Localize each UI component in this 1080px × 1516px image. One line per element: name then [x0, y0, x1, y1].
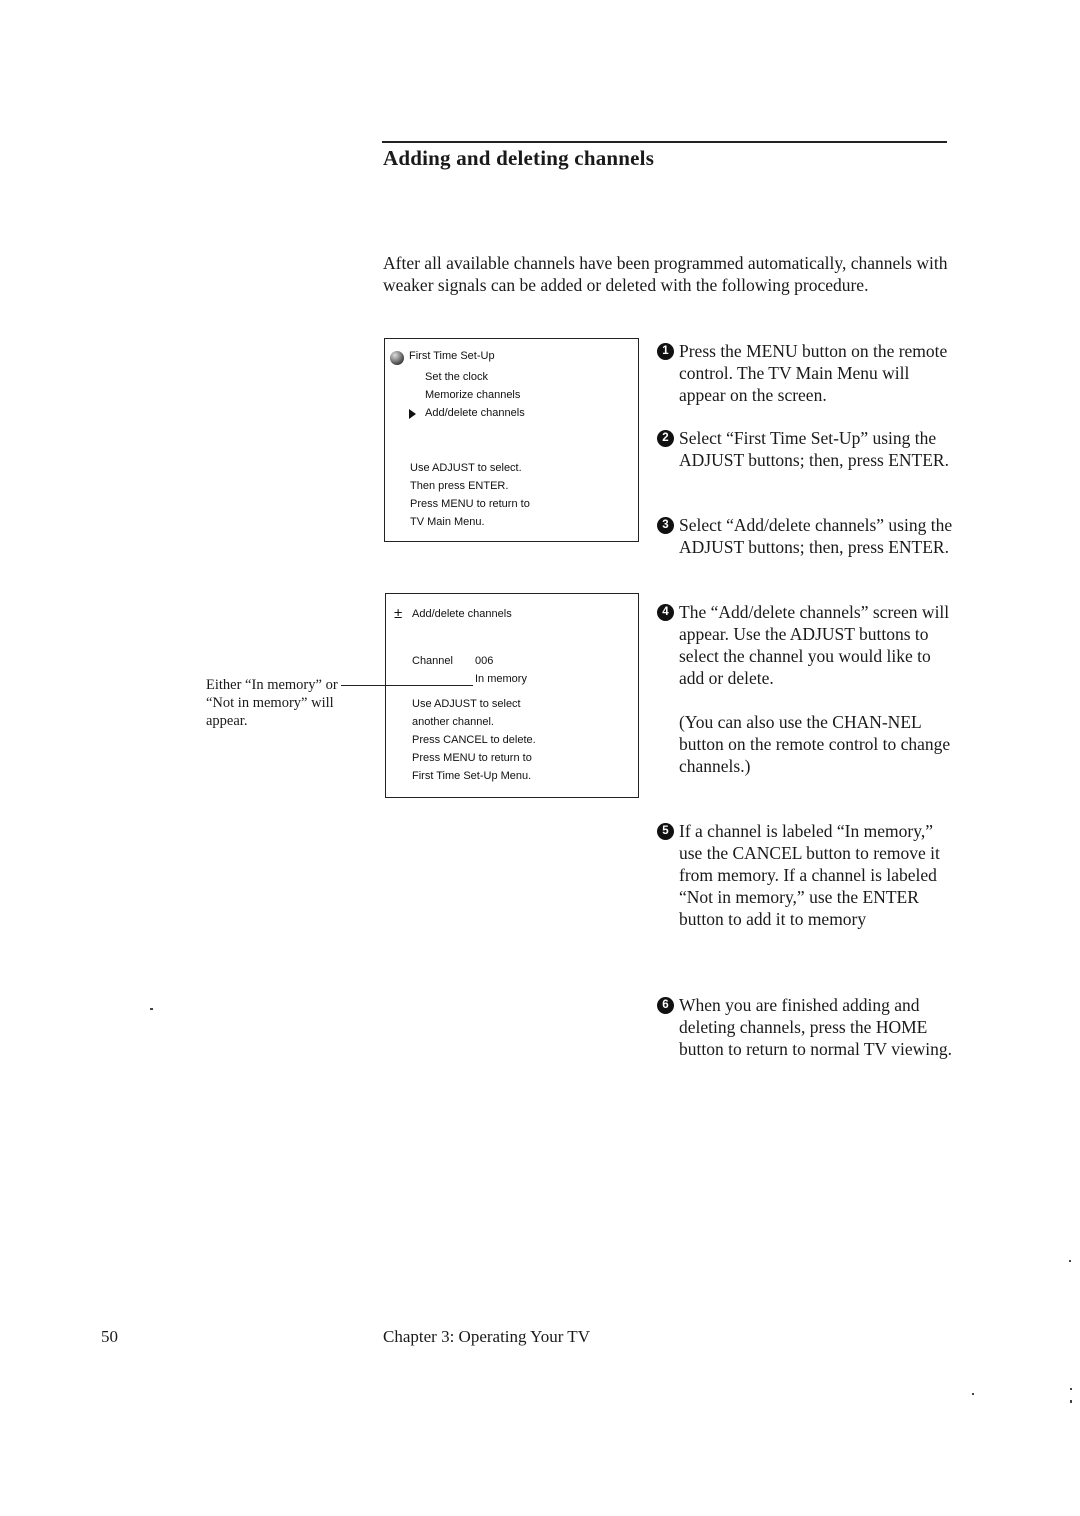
step-text: Press the MENU button on the remote cont… [679, 341, 948, 405]
step-number-badge: 1 [657, 343, 674, 360]
step-3: 3 Select “Add/delete channels” using the… [657, 514, 957, 558]
scan-speck [1070, 1388, 1072, 1390]
step-text: The “Add/delete channels” screen will ap… [679, 602, 950, 688]
instruction-line: Press CANCEL to delete. [412, 734, 536, 746]
channel-label: Channel [412, 655, 453, 667]
intro-paragraph: After all available channels have been p… [383, 252, 963, 296]
scan-speck [150, 1008, 153, 1010]
channel-value: 006 [475, 655, 494, 667]
add-delete-channels-screen: ± Add/delete channels Channel 006 In mem… [385, 593, 639, 798]
scan-speck [1070, 1400, 1072, 1403]
step-5: 5 If a channel is labeled “In memory,” u… [657, 820, 957, 930]
instruction-line: TV Main Menu. [410, 516, 485, 528]
instruction-line: another channel. [412, 716, 494, 728]
step-number-badge: 6 [657, 997, 674, 1014]
callout-leader-line [341, 685, 473, 686]
callout-line-2: “Not in memory” will [206, 695, 334, 711]
first-time-setup-screen: First Time Set-Up Set the clock Memorize… [384, 338, 639, 542]
page-number: 50 [101, 1327, 118, 1346]
menu-item-set-clock[interactable]: Set the clock [425, 371, 488, 383]
step-text: Select “Add/delete channels” using the A… [679, 515, 953, 557]
step-4: 4 The “Add/delete channels” screen will … [657, 601, 957, 777]
selection-arrow-icon [409, 409, 416, 419]
intro-text: After all available channels have been p… [383, 253, 948, 295]
step-note: (You can also use the CHAN-NEL button on… [679, 712, 951, 776]
step-number-badge: 5 [657, 823, 674, 840]
section-title: Adding and deleting channels [383, 146, 655, 170]
step-6: 6 When you are finished adding and delet… [657, 994, 957, 1060]
step-number-badge: 4 [657, 604, 674, 621]
step-number-badge: 3 [657, 517, 674, 534]
scan-speck [1069, 1260, 1071, 1262]
step-text: If a channel is labeled “In memory,” use… [679, 821, 940, 929]
globe-icon [390, 351, 404, 365]
plus-minus-icon: ± [394, 605, 403, 622]
instruction-line: Press MENU to return to [410, 498, 530, 510]
scan-speck [972, 1393, 974, 1395]
instruction-line: Press MENU to return to [412, 752, 532, 764]
chapter-title: Chapter 3: Operating Your TV [383, 1327, 590, 1346]
instruction-line: First Time Set-Up Menu. [412, 770, 532, 782]
menu-item-memorize-channels[interactable]: Memorize channels [425, 389, 520, 401]
step-number-badge: 2 [657, 430, 674, 447]
step-1: 1 Press the MENU button on the remote co… [657, 340, 957, 406]
callout-line-3: appear. [206, 713, 248, 729]
instruction-line: Use ADJUST to select. [410, 462, 522, 474]
step-2: 2 Select “First Time Set-Up” using the A… [657, 427, 957, 471]
step-text: Select “First Time Set-Up” using the ADJ… [679, 428, 949, 470]
menu-item-add-delete-channels[interactable]: Add/delete channels [425, 407, 525, 419]
screen-title: First Time Set-Up [409, 350, 495, 362]
step-text: When you are finished adding and deletin… [679, 995, 953, 1059]
memory-status: In memory [475, 673, 527, 685]
instruction-line: Then press ENTER. [410, 480, 509, 492]
section-rule [382, 141, 947, 143]
instruction-line: Use ADJUST to select [412, 698, 521, 710]
screen-title: Add/delete channels [412, 608, 512, 620]
